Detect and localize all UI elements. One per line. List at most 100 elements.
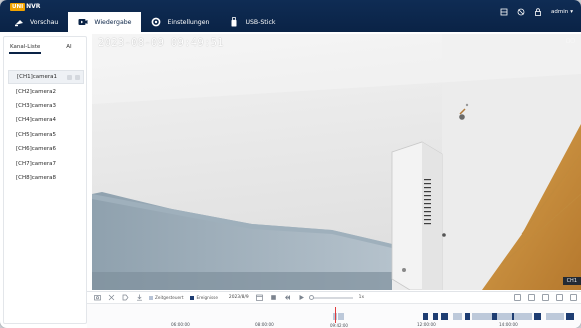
channel-label: [CH6]camera6 <box>16 146 57 153</box>
channel-label: [CH7]camera7 <box>16 160 57 167</box>
mute-icon[interactable] <box>517 8 525 16</box>
playback-controls: Zeitgesteuert Ereignisse 2023/8/9 1x <box>87 291 581 303</box>
app-window: UNI NVR Vorschau Wiedergabe Einstellunge… <box>0 0 581 328</box>
playback-speed[interactable]: 1x <box>359 295 364 300</box>
legend-swatch <box>190 295 195 300</box>
event-recording-segment[interactable] <box>566 313 574 320</box>
legend-swatch <box>149 295 153 300</box>
timeline-label: 14:00:00 <box>499 322 518 327</box>
scheduled-recording-segment[interactable] <box>452 313 463 320</box>
timeline[interactable]: 06:00:00 08:00:00 09:42:00 12:00:00 14:0… <box>87 303 581 328</box>
timeline-cursor[interactable] <box>335 307 336 323</box>
event-recording-segment[interactable] <box>464 313 470 320</box>
layout-quad-icon[interactable] <box>528 294 535 301</box>
layout-single-icon[interactable] <box>514 294 521 301</box>
channel-item-3[interactable]: [CH3]camera3 <box>8 99 84 113</box>
event-recording-segment[interactable] <box>422 313 428 320</box>
channel-label: [CH2]camera2 <box>16 88 57 95</box>
timeline-label: 06:00:00 <box>171 322 190 327</box>
timeline-label: 12:00:00 <box>417 322 436 327</box>
camera-image <box>92 34 581 290</box>
channel-tools <box>67 74 80 80</box>
view-controls <box>514 294 577 301</box>
tag-icon[interactable] <box>122 294 129 301</box>
recording-legend: Zeitgesteuert Ereignisse <box>149 295 225 300</box>
channel-item-2[interactable]: [CH2]camera2 <box>8 84 84 98</box>
event-recording-segment[interactable] <box>440 313 448 320</box>
tab-vorschau[interactable]: Vorschau <box>0 12 68 32</box>
channel-item-1[interactable]: [CH1]camera1 <box>8 70 84 85</box>
playback-date[interactable]: 2023/8/9 <box>229 295 249 300</box>
legend-label: Ereignisse <box>196 295 218 300</box>
channel-more-icon[interactable] <box>75 74 80 80</box>
brand-logo: UNI NVR <box>10 2 40 11</box>
download-icon[interactable] <box>136 294 143 301</box>
play-icon[interactable] <box>298 294 305 301</box>
channel-list: [CH1]camera1 [CH2]camera2 [CH3]camera3 [… <box>8 70 84 185</box>
channel-label: [CH1]camera1 <box>17 74 58 81</box>
channel-panel-tabs: Kanal-Liste AI <box>4 37 88 57</box>
timeline-label: 08:00:00 <box>255 322 274 327</box>
stop-icon[interactable] <box>270 294 277 301</box>
channel-play-icon[interactable] <box>67 74 72 80</box>
scheduled-recording-segment[interactable] <box>472 313 532 320</box>
clip-icon[interactable] <box>108 294 115 301</box>
channel-panel: Kanal-Liste AI [CH1]camera1 [CH2]camera2… <box>3 36 87 324</box>
brand-badge: UNI <box>10 2 26 11</box>
channel-label: [CH4]camera4 <box>16 117 57 124</box>
rewind-icon[interactable] <box>284 294 291 301</box>
calendar-icon[interactable] <box>255 294 263 301</box>
tab-einstellungen[interactable]: Einstellungen <box>141 12 219 32</box>
event-recording-segment[interactable] <box>534 313 542 320</box>
lock-icon[interactable] <box>534 8 542 16</box>
settings-gear-icon <box>151 17 161 27</box>
tab-label: USB-Stick <box>245 18 276 26</box>
channel-item-5[interactable]: [CH5]camera5 <box>8 128 84 142</box>
tab-usb-stick[interactable]: USB-Stick <box>219 12 285 32</box>
event-recording-segment[interactable] <box>492 313 498 320</box>
timeline-cursor-label: 09:42:00 <box>330 323 348 328</box>
scheduled-recording-segment[interactable] <box>337 313 345 320</box>
speed-slider[interactable] <box>308 294 353 300</box>
channel-badge: CH1 <box>562 277 581 285</box>
user-menu[interactable]: admin ▾ <box>551 9 573 15</box>
osd-timestamp: 2023-08-09 09:49:51 <box>98 37 224 49</box>
channel-item-8[interactable]: [CH8]camera8 <box>8 171 84 185</box>
tab-kanal-liste[interactable]: Kanal-Liste <box>4 37 46 57</box>
layout-nine-icon[interactable] <box>542 294 549 301</box>
event-recording-segment[interactable] <box>432 313 438 320</box>
channel-label: [CH5]camera5 <box>16 131 57 138</box>
legend-scheduled: Zeitgesteuert <box>149 295 183 300</box>
fullscreen-icon[interactable] <box>570 294 577 301</box>
tab-wiedergabe[interactable]: Wiedergabe <box>68 12 142 32</box>
scheduled-recording-segment[interactable] <box>546 313 564 320</box>
user-name: admin <box>551 9 569 15</box>
chevron-down-icon: ▾ <box>570 9 573 15</box>
slider-knob[interactable] <box>308 294 314 300</box>
event-recording-segment[interactable] <box>511 313 515 320</box>
tab-ai[interactable]: AI <box>60 37 77 57</box>
top-bar: UNI NVR Vorschau Wiedergabe Einstellunge… <box>0 0 581 32</box>
tab-label: Vorschau <box>30 18 59 26</box>
playback-icon <box>78 17 88 27</box>
tab-label: Wiedergabe <box>94 18 132 26</box>
tab-label: Einstellungen <box>167 18 210 26</box>
osd-overlay-icon: ▢▢ <box>565 38 575 44</box>
zoom-icon[interactable] <box>556 294 563 301</box>
usb-icon <box>229 17 239 27</box>
top-right-tools: admin ▾ <box>500 8 573 16</box>
channel-item-6[interactable]: [CH6]camera6 <box>8 142 84 156</box>
legend-label: Zeitgesteuert <box>155 295 184 300</box>
snapshot-icon[interactable] <box>94 294 101 301</box>
channel-item-7[interactable]: [CH7]camera7 <box>8 156 84 170</box>
channel-item-4[interactable]: [CH4]camera4 <box>8 113 84 127</box>
tab-label: Kanal-Liste <box>10 44 41 50</box>
video-player[interactable]: 2023-08-09 09:49:51 ▢▢ CH1 <box>92 34 581 290</box>
main-nav: Vorschau Wiedergabe Einstellungen USB-St… <box>0 12 285 32</box>
legend-events: Ereignisse <box>190 295 218 300</box>
channel-label: [CH3]camera3 <box>16 102 57 109</box>
preview-icon <box>14 17 24 27</box>
channel-label: [CH8]camera8 <box>16 174 57 181</box>
export-icon[interactable] <box>500 8 508 16</box>
brand-name: NVR <box>26 3 41 10</box>
